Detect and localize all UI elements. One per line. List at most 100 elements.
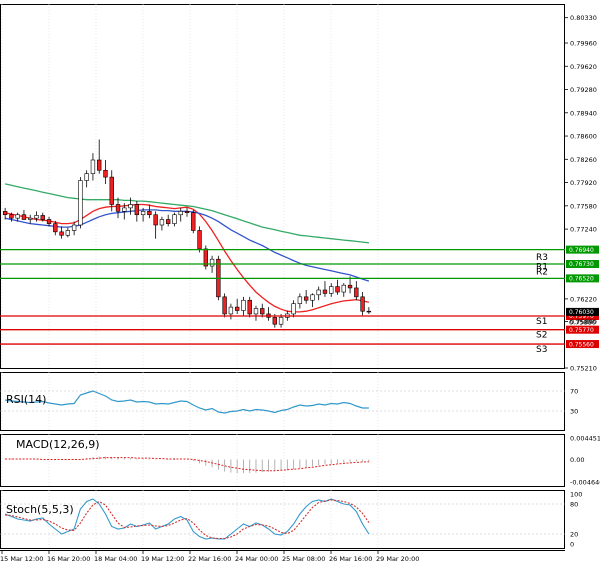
rsi-title: RSI(14) <box>6 393 46 406</box>
candle-body <box>222 296 227 315</box>
candle-body <box>260 308 265 315</box>
candle-body <box>140 211 146 216</box>
time-tick-label: 19 Mar 12:00 <box>141 555 184 563</box>
level-label-s2: S2 <box>536 331 547 341</box>
candle-body <box>184 211 190 213</box>
candle-body <box>316 289 321 296</box>
candle-body <box>59 231 64 236</box>
candle-body <box>2 211 8 216</box>
stoch-title: Stoch(5,5,3) <box>6 503 74 516</box>
price-tick-label: 0.77920 <box>570 179 597 187</box>
candle-body <box>166 219 171 224</box>
time-tick-label: 15 Mar 12:00 <box>0 555 43 563</box>
candle-body <box>78 180 83 226</box>
time-tick-label: 25 Mar 08:00 <box>282 555 325 563</box>
rsi-tick-label: 70 <box>570 388 578 396</box>
time-tick-label: 18 Mar 04:00 <box>94 555 137 563</box>
candle-body <box>21 214 27 220</box>
level-label-s1: S1 <box>536 317 547 327</box>
candle-body <box>347 284 353 289</box>
price-tick-label: 0.78600 <box>570 133 597 141</box>
candle-body <box>115 204 121 212</box>
macd-tick-label: -0.004646 <box>570 479 600 487</box>
candle-body <box>329 286 334 294</box>
chart-background <box>0 0 600 567</box>
candle-body <box>322 289 328 294</box>
macd-title: MACD(12,26,9) <box>16 438 100 451</box>
candle-body <box>291 303 296 315</box>
price-tick-label: 0.78260 <box>570 156 597 164</box>
time-tick-label: 22 Mar 16:00 <box>188 555 231 563</box>
level-label-s3: S3 <box>536 345 547 355</box>
level-price-label: 0.76730 <box>569 261 594 268</box>
candle-body <box>354 287 359 298</box>
price-tick-label: 0.77240 <box>570 226 597 234</box>
stoch-tick-label: 80 <box>570 501 578 509</box>
price-tick-label: 0.80330 <box>570 14 597 22</box>
candle-body <box>366 310 372 313</box>
candle-body <box>46 219 52 224</box>
chart-root: R30.76730R20.76520R10.76940S10.75970S20.… <box>0 0 600 567</box>
level-price-label: 0.75560 <box>569 341 594 348</box>
candle-body <box>65 230 71 236</box>
candle-body <box>234 306 240 311</box>
candle-body <box>297 296 303 304</box>
stoch-tick-label: 0 <box>570 541 574 549</box>
candle-body <box>153 214 158 226</box>
candle-body <box>360 296 365 312</box>
price-tick-label: 0.75210 <box>570 365 597 373</box>
price-tick-label: 0.77580 <box>570 202 597 210</box>
candle-body <box>272 317 277 325</box>
candle-body <box>128 204 133 209</box>
candle-body <box>71 224 77 231</box>
candle-body <box>28 217 33 220</box>
candle-body <box>109 176 114 205</box>
level-label-r3: R3 <box>536 253 548 263</box>
candle-body <box>303 296 309 301</box>
candle-body <box>241 299 246 311</box>
candle-body <box>247 299 252 315</box>
candle-body <box>97 159 102 171</box>
level-label-r1: R1 <box>536 263 548 273</box>
stoch-tick-label: 20 <box>570 531 578 539</box>
candle-body <box>341 284 346 293</box>
price-tick-label: 0.78940 <box>570 109 597 117</box>
time-tick-label: 29 Mar 20:00 <box>376 555 419 563</box>
level-price-label: 0.75770 <box>569 327 594 334</box>
candle-body <box>40 215 45 220</box>
candle-body <box>278 317 284 325</box>
level-price-label: 0.76520 <box>569 276 594 283</box>
candle-body <box>172 214 177 224</box>
time-tick-label: 24 Mar 00:00 <box>235 555 278 563</box>
price-tick-label: 0.76220 <box>570 295 597 303</box>
candle-body <box>228 306 234 315</box>
time-tick-label: 16 Mar 20:00 <box>47 555 90 563</box>
candle-body <box>9 214 14 219</box>
candle-body <box>310 294 315 301</box>
candle-body <box>122 207 127 212</box>
time-tick-label: 26 Mar 16:00 <box>329 555 372 563</box>
candle-body <box>209 258 215 267</box>
candle-body <box>191 212 196 231</box>
current-price-label: 0.76030 <box>569 309 594 316</box>
candle-body <box>253 308 259 315</box>
price-tick-label: 0.75890 <box>570 318 597 326</box>
candle-body <box>90 159 96 174</box>
candle-body <box>159 219 165 226</box>
macd-tick-label: 0.00 <box>570 456 584 464</box>
macd-tick-label: 0.004451 <box>570 435 600 443</box>
price-tick-label: 0.79960 <box>570 40 597 48</box>
rsi-tick-label: 30 <box>570 408 578 416</box>
price-tick-label: 0.79280 <box>570 86 597 94</box>
candle-body <box>197 230 202 250</box>
candle-body <box>34 215 39 219</box>
candle-body <box>335 286 340 293</box>
candle-body <box>53 223 58 233</box>
candle-body <box>178 211 183 216</box>
candle-body <box>147 211 152 216</box>
candle-body <box>134 204 140 216</box>
price-tick-label: 0.79620 <box>570 63 597 71</box>
candle-body <box>103 169 108 178</box>
candle-body <box>84 173 89 181</box>
stoch-tick-label: 100 <box>570 491 582 499</box>
